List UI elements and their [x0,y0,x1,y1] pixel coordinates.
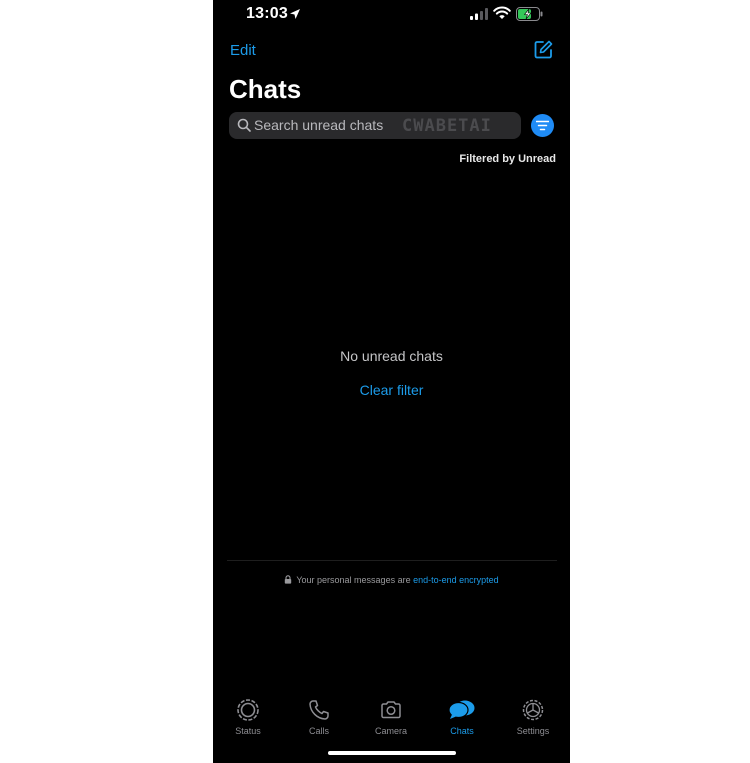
page-title: Chats [229,74,302,104]
signal-icon [470,8,488,20]
tab-calls[interactable]: Calls [284,694,354,736]
battery-charging-icon [516,7,543,21]
tab-settings[interactable]: Settings [498,694,568,736]
wifi-icon [493,6,511,19]
status-time: 13:03 [246,5,288,22]
divider [227,560,557,561]
camera-icon [381,701,401,719]
location-arrow-icon [290,9,300,19]
home-indicator[interactable] [328,751,456,755]
tab-status-label: Status [235,726,261,736]
encryption-link[interactable]: end-to-end encrypted [413,575,499,585]
filter-icon [536,120,549,131]
encryption-text: Your personal messages are [296,575,414,585]
search-placeholder: Search unread chats [254,117,384,133]
clear-filter-button[interactable]: Clear filter [213,382,570,398]
tab-chats-label: Chats [450,726,474,736]
filter-button[interactable] [531,114,554,137]
phone-screen: 13:03 Edit Chats Search unread chats CWA… [213,0,570,763]
search-icon [237,118,251,132]
tab-status[interactable]: Status [213,694,283,736]
tab-camera[interactable]: Camera [356,694,426,736]
encryption-notice: Your personal messages are end-to-end en… [213,575,570,585]
search-input[interactable]: Search unread chats CWABETAI [229,112,521,139]
watermark: CWABETAI [402,116,492,136]
lock-icon [285,575,292,584]
status-icon [237,699,259,721]
tab-chats[interactable]: Chats [427,694,497,736]
gear-icon [522,699,544,721]
tab-calls-label: Calls [308,726,329,736]
tab-camera-label: Camera [374,726,407,736]
empty-state-message: No unread chats [340,348,443,364]
tab-bar: Status Calls Camera Chats Settings [213,694,570,744]
compose-icon[interactable] [534,40,553,59]
edit-button[interactable]: Edit [230,42,256,59]
tab-settings-label: Settings [516,726,550,736]
chats-icon [448,700,475,719]
status-bar: 13:03 [213,0,570,30]
filter-caption: Filtered by Unread [459,153,556,165]
phone-icon [309,700,329,720]
